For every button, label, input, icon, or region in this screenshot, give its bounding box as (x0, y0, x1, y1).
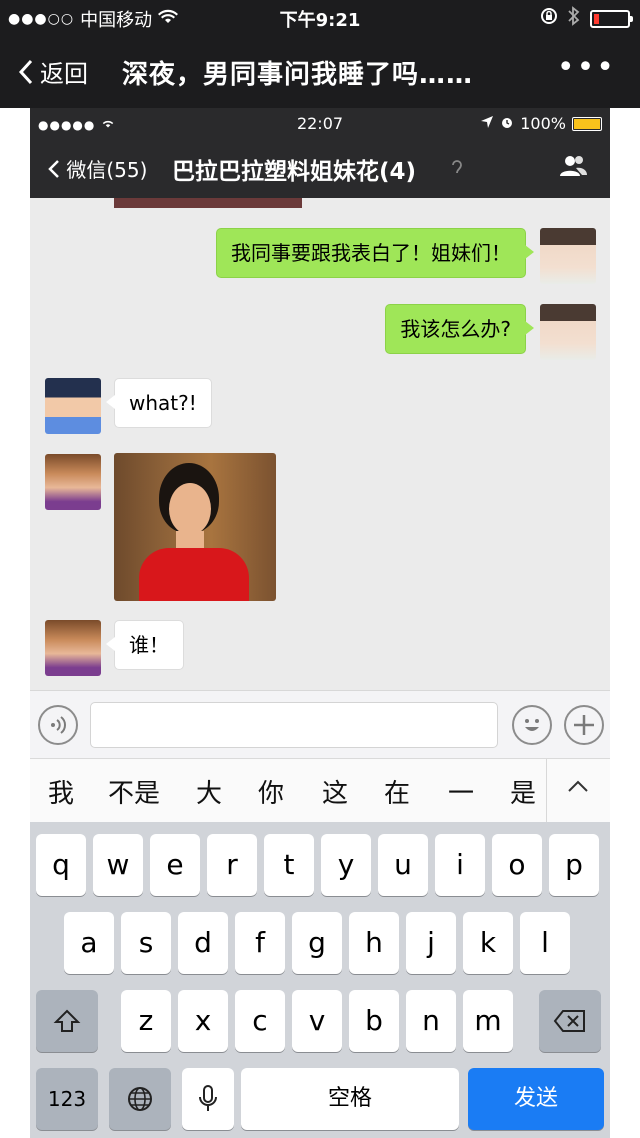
inner-status-bar: ●●●●● 22:07 100% (30, 108, 610, 138)
candidate-word[interactable]: 在 (384, 773, 410, 810)
key-w[interactable]: w (93, 834, 143, 896)
key-h[interactable]: h (349, 912, 399, 974)
candidate-divider (546, 759, 547, 823)
chat-back-button[interactable]: 微信(55) (48, 154, 147, 183)
candidate-word[interactable]: 大 (196, 773, 222, 810)
chevron-left-icon (18, 59, 33, 84)
delete-key[interactable] (539, 990, 601, 1052)
send-button[interactable]: 发送 (468, 1068, 604, 1130)
candidate-word[interactable]: 一 (448, 773, 474, 810)
ime-candidate-bar: 我 不是 大 你 这 在 一 是 (30, 758, 610, 823)
previous-image-edge (114, 198, 302, 208)
candidate-word[interactable]: 我 (48, 773, 74, 810)
add-attachment-icon[interactable] (564, 705, 604, 745)
key-f[interactable]: f (235, 912, 285, 974)
key-l[interactable]: l (520, 912, 570, 974)
numbers-key[interactable]: 123 (36, 1068, 98, 1130)
chat-nav-bar: 微信(55) 巴拉巴拉塑料姐妹花(4) (30, 138, 610, 198)
group-members-icon[interactable] (558, 154, 588, 184)
message-bubble-sent[interactable]: 我该怎么办? (385, 304, 534, 354)
key-x[interactable]: x (178, 990, 228, 1052)
shift-icon (53, 1009, 81, 1032)
key-o[interactable]: o (492, 834, 542, 896)
key-r[interactable]: r (207, 834, 257, 896)
key-v[interactable]: v (292, 990, 342, 1052)
outer-nav-bar: 返回 深夜，男同事问我睡了吗…… ••• (0, 36, 640, 108)
voice-input-icon[interactable] (38, 705, 78, 745)
keyboard: q w e r t y u i o p a s d f g h j k l z … (30, 822, 610, 1138)
avatar[interactable] (45, 620, 101, 676)
back-label: 返回 (40, 60, 88, 88)
shift-key[interactable] (36, 990, 98, 1052)
location-icon (480, 114, 494, 133)
key-y[interactable]: y (321, 834, 371, 896)
avatar[interactable] (540, 228, 596, 284)
key-p[interactable]: p (549, 834, 599, 896)
message-bubble-received[interactable]: 谁！ (106, 620, 184, 670)
key-c[interactable]: c (235, 990, 285, 1052)
chevron-left-icon (48, 160, 59, 178)
inner-battery-icon (572, 116, 602, 131)
key-z[interactable]: z (121, 990, 171, 1052)
chat-area[interactable]: 我同事要跟我表白了！姐妹们！ 我该怎么办? what?! 谁！ (30, 198, 610, 690)
more-icon[interactable]: ••• (557, 50, 616, 85)
group-chat-title: 巴拉巴拉塑料姐妹花(4) (172, 159, 417, 185)
earpiece-mode-icon (450, 158, 464, 180)
inner-status-icons: 100% (480, 114, 602, 133)
emoji-icon[interactable] (512, 705, 552, 745)
key-a[interactable]: a (64, 912, 114, 974)
key-q[interactable]: q (36, 834, 86, 896)
bluetooth-icon (568, 6, 580, 31)
mic-key[interactable] (182, 1068, 234, 1130)
embedded-chat-screenshot: ●●●●● 22:07 100% 微信(55) 巴拉巴拉塑料姐妹花(4) 我同事… (30, 108, 610, 1138)
candidate-word[interactable]: 这 (322, 773, 348, 810)
avatar[interactable] (45, 454, 101, 510)
key-n[interactable]: n (406, 990, 456, 1052)
outer-status-bar: ●●●○○ 中国移动 下午9:21 (0, 0, 640, 36)
key-u[interactable]: u (378, 834, 428, 896)
image-message[interactable] (114, 453, 276, 601)
candidate-word[interactable]: 你 (258, 773, 284, 810)
message-bubble-received[interactable]: what?! (106, 378, 212, 428)
key-j[interactable]: j (406, 912, 456, 974)
microphone-icon (199, 1085, 217, 1111)
message-bubble-sent[interactable]: 我同事要跟我表白了！姐妹们！ (216, 228, 534, 278)
outer-status-icons (540, 6, 633, 31)
battery-percent: 100% (520, 114, 566, 133)
chat-back-label: 微信(55) (66, 158, 148, 182)
key-k[interactable]: k (463, 912, 513, 974)
message-input[interactable] (90, 702, 498, 748)
rotation-lock-icon (540, 7, 558, 30)
input-bar (30, 690, 610, 758)
alarm-icon (500, 114, 514, 133)
key-g[interactable]: g (292, 912, 342, 974)
space-key[interactable]: 空格 (241, 1068, 459, 1130)
candidate-word[interactable]: 是 (510, 773, 536, 810)
chevron-up-icon[interactable] (566, 775, 590, 805)
globe-key[interactable] (109, 1068, 171, 1130)
candidate-word[interactable]: 不是 (108, 773, 160, 810)
avatar[interactable] (45, 378, 101, 434)
article-title: 深夜，男同事问我睡了吗…… (122, 60, 474, 90)
key-t[interactable]: t (264, 834, 314, 896)
key-b[interactable]: b (349, 990, 399, 1052)
key-d[interactable]: d (178, 912, 228, 974)
key-e[interactable]: e (150, 834, 200, 896)
back-button[interactable]: 返回 (18, 54, 88, 89)
key-i[interactable]: i (435, 834, 485, 896)
key-m[interactable]: m (463, 990, 513, 1052)
battery-icon (590, 9, 633, 28)
avatar[interactable] (540, 304, 596, 360)
globe-icon (128, 1087, 152, 1111)
backspace-icon (553, 1010, 585, 1032)
key-s[interactable]: s (121, 912, 171, 974)
